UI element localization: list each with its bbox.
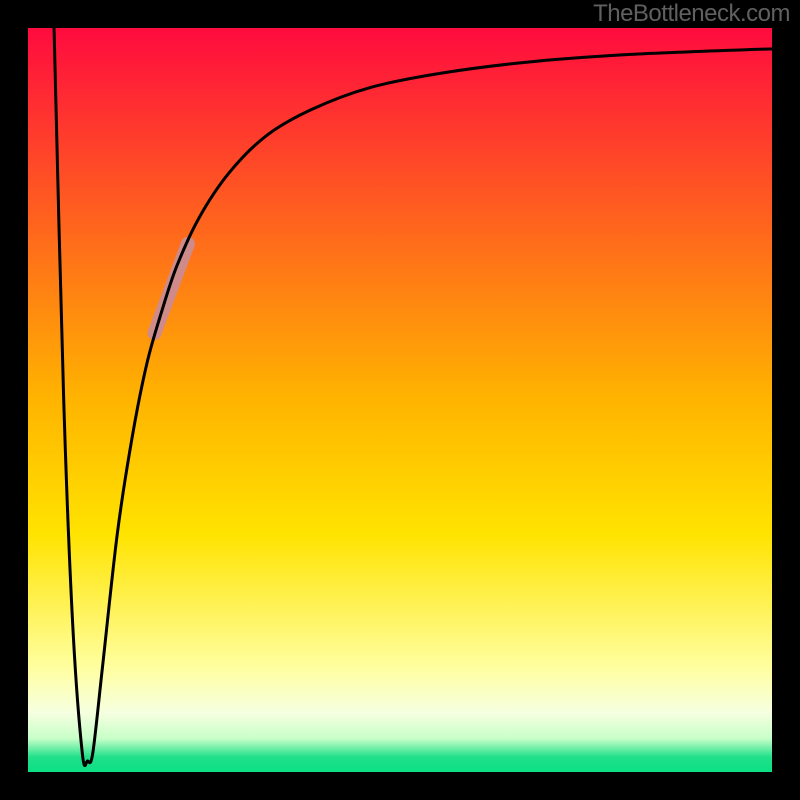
watermark-text: TheBottleneck.com [593, 0, 790, 28]
bottleneck-chart [0, 0, 800, 800]
chart-container: TheBottleneck.com [0, 0, 800, 800]
